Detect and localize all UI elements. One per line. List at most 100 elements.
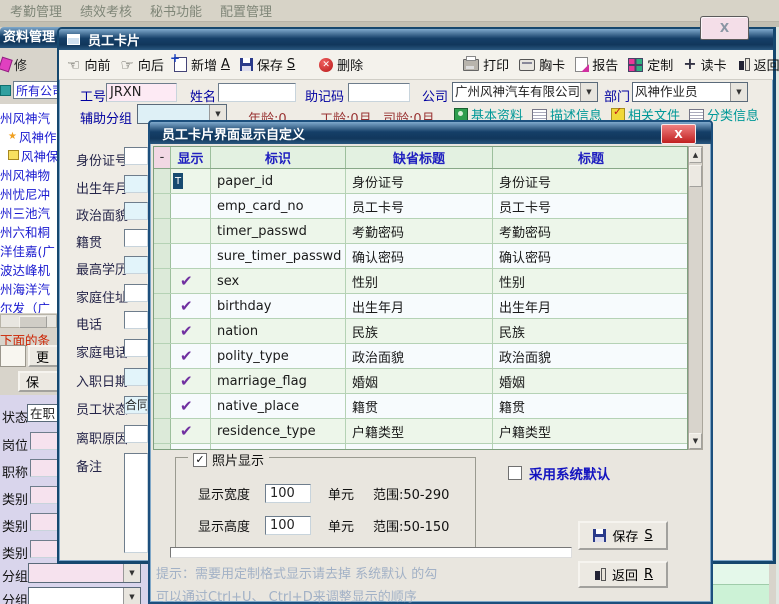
menu-item-1[interactable]: 绩效考核 (80, 1, 132, 20)
field-input-10[interactable] (124, 425, 148, 443)
chevron-down-icon[interactable]: ▼ (730, 83, 747, 101)
field-input-1[interactable] (124, 175, 148, 193)
menu-item-3[interactable]: 配置管理 (220, 1, 272, 20)
tree-item-6[interactable]: 州六和桐 (0, 222, 50, 240)
field-input-3[interactable] (124, 229, 148, 247)
id-header[interactable]: 标识 (211, 147, 346, 168)
field-input-2[interactable] (124, 202, 148, 220)
width-input[interactable]: 100 (265, 484, 311, 503)
save-button[interactable]: 保存 S (578, 521, 668, 550)
tree-horizontal-scrollbar[interactable] (0, 314, 57, 328)
mnemonic-input[interactable] (348, 83, 410, 102)
field-input-0[interactable] (124, 147, 148, 165)
show-cell[interactable] (171, 244, 211, 268)
toolbar-button-delete-circle[interactable]: 删除 (319, 55, 363, 74)
show-cell[interactable]: ✔ (171, 369, 211, 393)
field-input-9[interactable]: 合同 (124, 396, 148, 414)
chevron-down-icon[interactable]: ▼ (123, 588, 140, 604)
show-cell[interactable] (171, 219, 211, 243)
name-input[interactable] (218, 83, 296, 102)
collapse-header[interactable]: - (154, 147, 171, 168)
toolbar-button-exit-door[interactable]: 返回R (737, 55, 779, 74)
field-input-8[interactable] (124, 368, 148, 386)
tree-item-1[interactable]: ★风神作业 (0, 127, 57, 145)
toolbar-button-doc-plus[interactable]: 新增A (174, 55, 230, 74)
scrollbar-thumb[interactable] (689, 165, 702, 187)
tree-item-7[interactable]: 洋佳嘉(广 (0, 241, 55, 259)
show-cell[interactable]: T (171, 169, 211, 193)
table-row-9[interactable]: ✔native_place籍贯籍贯 (154, 394, 687, 419)
default-title-header[interactable]: 缺省标题 (346, 147, 493, 168)
left-field-select-6[interactable]: ▼ (28, 563, 141, 583)
left-field-select-7[interactable]: ▼ (28, 587, 141, 604)
toolbar-button-report-pencil[interactable]: 报告 (575, 55, 618, 74)
show-cell[interactable]: ✔ (171, 344, 211, 368)
table-scrollbar[interactable]: ▲ ▼ (688, 146, 703, 450)
tree-item-3[interactable]: 州风神物 (0, 165, 50, 183)
company-filter-value[interactable]: 所有公司 (13, 81, 58, 99)
height-input[interactable]: 100 (265, 516, 311, 535)
field-input-11[interactable] (124, 453, 148, 553)
field-input-6[interactable] (124, 311, 148, 329)
tab-data-management[interactable]: 资料管理 (0, 27, 62, 48)
show-cell[interactable] (171, 194, 211, 218)
field-input-7[interactable] (124, 339, 148, 357)
company-filter[interactable]: 所有公司 (0, 80, 58, 100)
table-row-8[interactable]: ✔marriage_flag婚姻婚姻 (154, 369, 687, 394)
show-cell[interactable]: ✔ (171, 444, 211, 449)
show-header[interactable]: 显示 (171, 147, 211, 168)
show-cell[interactable]: ✔ (171, 319, 211, 343)
dialog-close-button[interactable]: X (661, 124, 696, 144)
table-row-1[interactable]: emp_card_no员工卡号员工卡号 (154, 194, 687, 219)
table-row-5[interactable]: ✔birthday出生年月出生年月 (154, 294, 687, 319)
field-input-5[interactable] (124, 284, 148, 302)
table-row-6[interactable]: ✔nation民族民族 (154, 319, 687, 344)
emp-no-input[interactable]: JRXN (106, 83, 177, 102)
scrollbar-track[interactable] (689, 163, 702, 433)
show-cell[interactable]: ✔ (171, 294, 211, 318)
photo-display-checkbox[interactable] (193, 453, 207, 467)
table-row-10[interactable]: ✔residence_type户籍类型户籍类型 (154, 419, 687, 444)
title-header[interactable]: 标题 (493, 147, 689, 168)
table-row-11[interactable]: ✔最高学历最高学历 (154, 444, 687, 449)
tree-item-9[interactable]: 州海洋汽 (0, 279, 50, 297)
show-cell[interactable]: ✔ (171, 419, 211, 443)
window-titlebar[interactable]: 员工卡片 (59, 29, 773, 50)
tree-item-5[interactable]: 州三池汽 (0, 203, 50, 221)
update-button[interactable]: 更 (28, 345, 60, 367)
table-row-4[interactable]: ✔sex性别性别 (154, 269, 687, 294)
dialog-titlebar[interactable]: 员工卡片界面显示自定义 (150, 122, 711, 144)
table-row-7[interactable]: ✔polity_type政治面貌政治面貌 (154, 344, 687, 369)
toolbar-button-badge-card[interactable]: 胸卡 (519, 55, 565, 74)
insurance-button[interactable]: 保 (18, 371, 60, 392)
table-row-0[interactable]: Tpaper_id身份证号身份证号 (154, 169, 687, 194)
table-row-3[interactable]: sure_timer_passwd确认密码确认密码 (154, 244, 687, 269)
field-input-4[interactable] (124, 256, 148, 274)
toolbar-button-hand-right[interactable]: 向后 (120, 55, 163, 74)
tree-item-2[interactable]: 风神保洁 (0, 146, 57, 164)
chevron-down-icon[interactable]: ▼ (580, 83, 597, 101)
scroll-down-icon[interactable]: ▼ (689, 433, 702, 449)
toolbar-button-printer[interactable]: 打印 (463, 55, 509, 74)
left-toolbar-fragment[interactable]: 修 (0, 54, 27, 74)
show-cell[interactable]: ✔ (171, 269, 211, 293)
close-button[interactable]: X (700, 16, 749, 40)
scrollbar-thumb[interactable] (19, 316, 47, 328)
return-button[interactable]: 返回 R (578, 561, 668, 588)
toolbar-button-read-card[interactable]: 读卡 (683, 55, 726, 74)
system-default-checkbox[interactable] (508, 466, 522, 480)
company-select[interactable]: 广州风神汽车有限公司 ▼ (452, 82, 598, 102)
filter-input[interactable] (0, 345, 26, 367)
dept-select[interactable]: 风神作业员 ▼ (632, 82, 748, 102)
tree-item-4[interactable]: 州忧尼冲 (0, 184, 50, 202)
menu-item-2[interactable]: 秘书功能 (150, 1, 202, 20)
table-row-2[interactable]: timer_passwd考勤密码考勤密码 (154, 219, 687, 244)
toolbar-button-hand-left[interactable]: 向前 (67, 55, 110, 74)
tree-item-10[interactable]: 尔发（广 (0, 298, 50, 313)
tree-item-0[interactable]: 州风神汽 (0, 108, 50, 126)
scroll-up-icon[interactable]: ▲ (689, 147, 702, 163)
chevron-down-icon[interactable]: ▼ (123, 564, 140, 582)
show-cell[interactable]: ✔ (171, 394, 211, 418)
tree-item-8[interactable]: 波达峰机 (0, 260, 50, 278)
menu-item-0[interactable]: 考勤管理 (10, 1, 62, 20)
